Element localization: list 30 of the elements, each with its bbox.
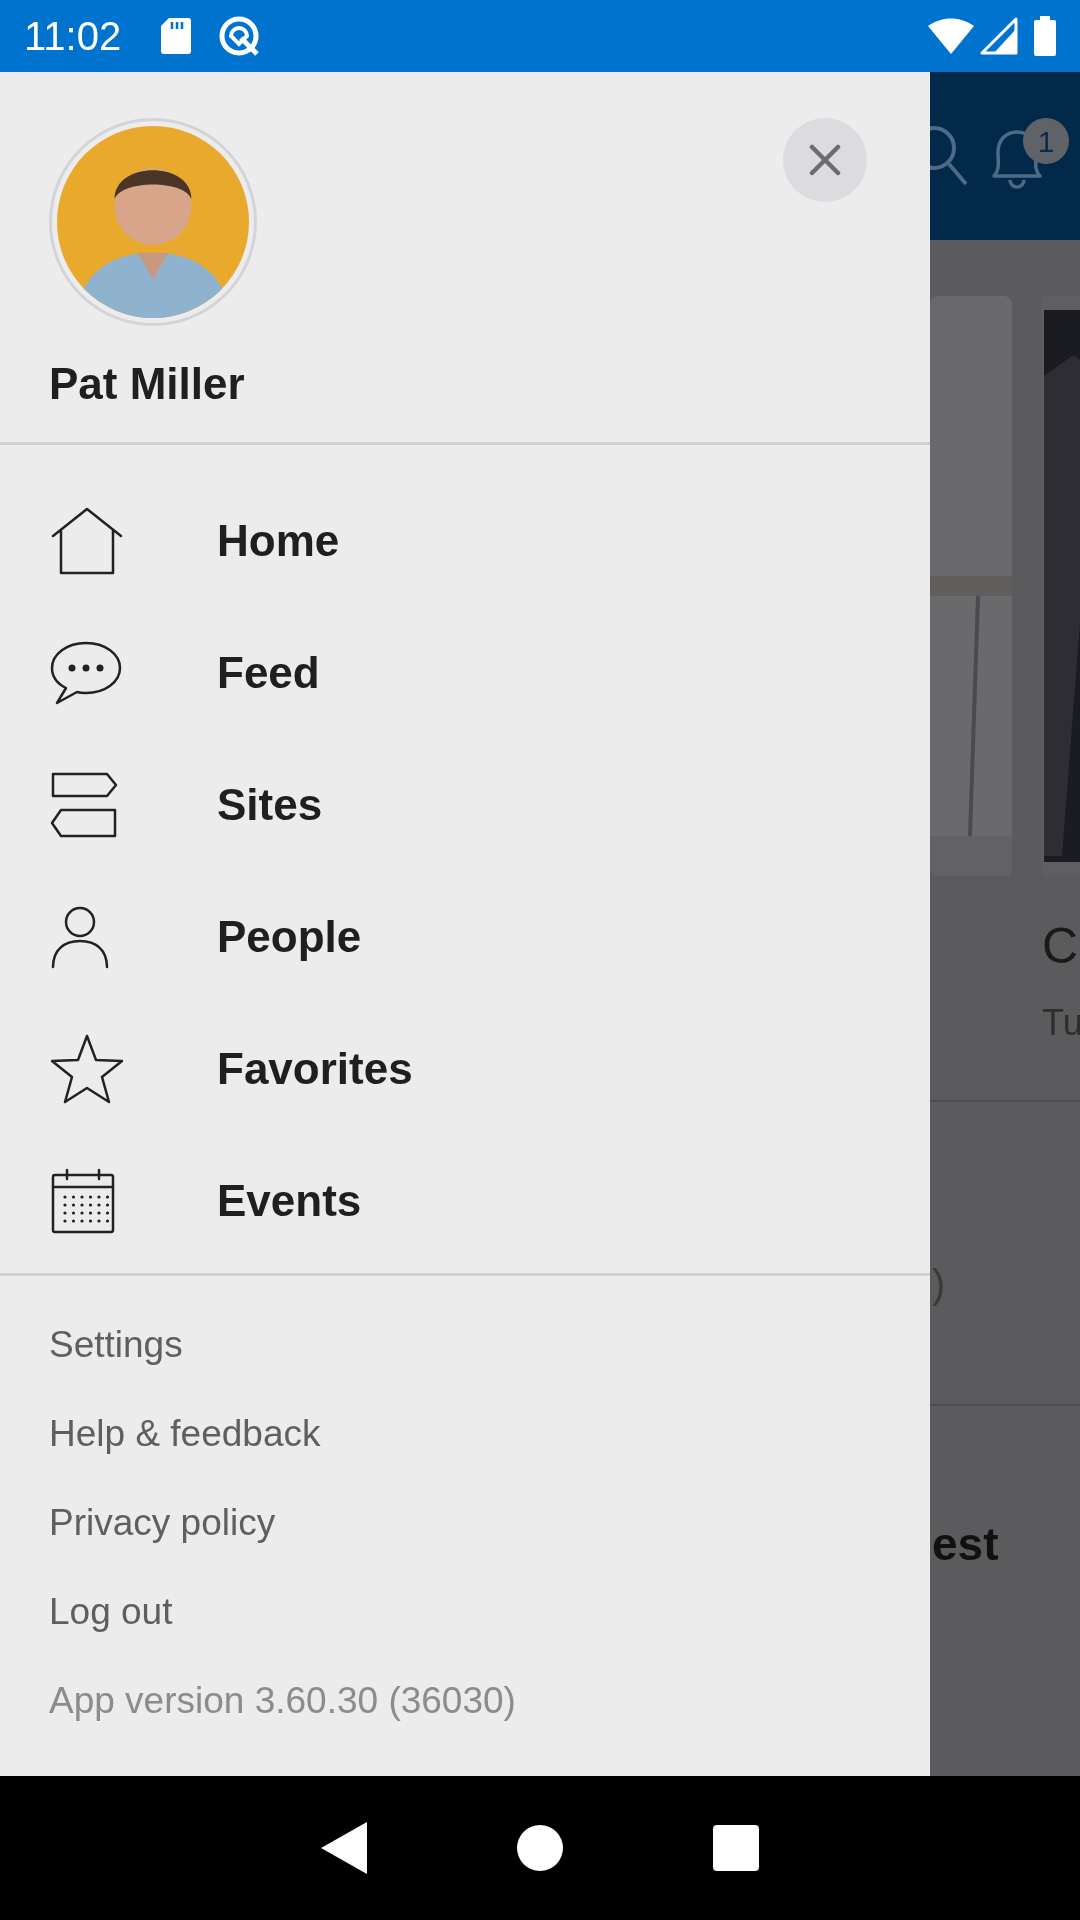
notification-badge: 1 bbox=[1023, 118, 1069, 164]
menu-item[interactable]: People bbox=[0, 871, 930, 1003]
menu-item[interactable]: Feed bbox=[0, 607, 930, 739]
sd-card-icon bbox=[161, 18, 192, 54]
close-icon bbox=[809, 144, 841, 176]
menu-item[interactable]: Sites bbox=[0, 739, 930, 871]
section-title: est bbox=[932, 1517, 999, 1572]
app-version: App version 3.60.30 (36030) bbox=[49, 1678, 517, 1723]
home-button-icon[interactable] bbox=[517, 1825, 563, 1871]
status-time: 11:02 bbox=[24, 16, 122, 56]
row-text: ) bbox=[932, 1261, 946, 1308]
menu-item[interactable]: Events bbox=[0, 1135, 930, 1267]
user-name: Pat Miller bbox=[48, 358, 246, 410]
wifi-icon bbox=[928, 18, 974, 54]
person-icon bbox=[49, 905, 111, 969]
chat-icon bbox=[49, 640, 123, 706]
signpost-icon bbox=[49, 771, 119, 839]
calendar-icon bbox=[49, 1167, 117, 1235]
card-title: C bbox=[1042, 917, 1079, 976]
signal-icon bbox=[980, 17, 1018, 55]
footer-link[interactable]: Log out bbox=[49, 1567, 930, 1656]
back-icon[interactable] bbox=[321, 1822, 367, 1874]
star-icon bbox=[49, 1033, 125, 1105]
battery-icon bbox=[1034, 16, 1056, 56]
footer-link[interactable]: Settings bbox=[49, 1300, 930, 1389]
home-icon bbox=[49, 506, 125, 576]
footer-link[interactable]: Help & feedback bbox=[49, 1389, 930, 1478]
menu-item[interactable]: Home bbox=[0, 475, 930, 607]
menu-item[interactable]: Favorites bbox=[0, 1003, 930, 1135]
footer-link[interactable]: Privacy policy bbox=[49, 1478, 930, 1567]
